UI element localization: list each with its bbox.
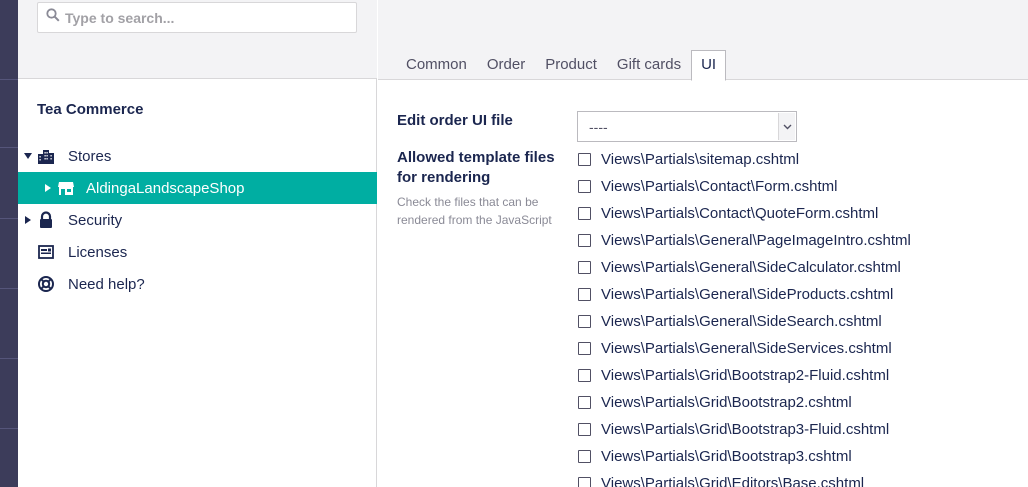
checkbox[interactable] (578, 152, 591, 166)
file-checkbox-row[interactable]: Views\Partials\General\SideCalculator.cs… (578, 256, 901, 278)
file-checkbox-row[interactable]: Views\Partials\Grid\Bootstrap2.cshtml (578, 391, 852, 413)
tab-ui[interactable]: UI (691, 50, 727, 81)
file-checkbox-row[interactable]: Views\Partials\Contact\Form.cshtml (578, 175, 837, 197)
tree-item-help[interactable]: Need help? (18, 268, 377, 300)
file-checkbox-row[interactable]: Views\Partials\Grid\Bootstrap3.cshtml (578, 445, 852, 467)
checkbox[interactable] (578, 314, 591, 328)
file-checkbox-row[interactable]: Views\Partials\General\PageImageIntro.cs… (578, 229, 911, 251)
search-area (18, 0, 377, 79)
edit-order-ui-select[interactable]: ---- (577, 111, 797, 142)
file-checkbox-row[interactable]: Views\Partials\Grid\Bootstrap3-Fluid.csh… (578, 418, 889, 440)
checkbox[interactable] (578, 287, 591, 301)
tab-product[interactable]: Product (535, 50, 607, 81)
caret-right-icon[interactable] (43, 183, 53, 193)
file-checkbox-row[interactable]: Views\Partials\Grid\Editors\Base.cshtml (578, 472, 864, 487)
allowed-templates-label: Allowed template files (397, 149, 555, 166)
tree-item-label: Need help? (68, 275, 145, 293)
file-checkbox-row[interactable]: Views\Partials\General\SideSearch.cshtml (578, 310, 882, 332)
file-label: Views\Partials\Grid\Bootstrap3-Fluid.csh… (601, 420, 890, 438)
file-checkbox-row[interactable]: Views\Partials\Contact\QuoteForm.cshtml (578, 202, 878, 224)
stores-icon (37, 147, 55, 165)
tab-gift-cards[interactable]: Gift cards (607, 50, 691, 81)
file-label: Views\Partials\sitemap.cshtml (601, 150, 800, 168)
license-icon (37, 243, 55, 261)
checkbox[interactable] (578, 449, 591, 463)
checkbox[interactable] (578, 179, 591, 193)
file-checkbox-row[interactable]: Views\Partials\General\SideProducts.csht… (578, 283, 893, 305)
checkbox[interactable] (578, 233, 591, 247)
search-icon (46, 8, 60, 27)
file-label: Views\Partials\Grid\Editors\Base.cshtml (601, 474, 865, 487)
checkbox[interactable] (578, 422, 591, 436)
lock-icon (37, 211, 55, 229)
file-checkbox-row[interactable]: Views\Partials\Grid\Bootstrap2-Fluid.csh… (578, 364, 889, 386)
file-label: Views\Partials\General\SideProducts.csht… (601, 285, 894, 303)
file-checkbox-row[interactable]: Views\Partials\sitemap.cshtml (578, 148, 799, 170)
file-label: Views\Partials\General\PageImageIntro.cs… (601, 231, 911, 249)
rail-divider (0, 79, 18, 80)
file-label: Views\Partials\Contact\QuoteForm.cshtml (601, 204, 879, 222)
file-label: Views\Partials\Grid\Bootstrap3.cshtml (601, 447, 852, 465)
rail-divider (0, 218, 18, 219)
tree-item-security[interactable]: Security (18, 204, 377, 236)
search-box[interactable] (37, 2, 357, 33)
select-value: ---- (589, 118, 608, 135)
rail-divider (0, 358, 18, 359)
checkbox[interactable] (578, 260, 591, 274)
tree-item-label: Security (68, 211, 123, 229)
tab-order[interactable]: Order (477, 50, 535, 81)
lifebuoy-icon (37, 275, 55, 293)
allowed-templates-description: Check the files that can be rendered fro… (397, 195, 552, 227)
tree-item-label: Stores (68, 147, 112, 165)
tab-common[interactable]: Common (396, 50, 477, 81)
tree-panel: Tea Commerce Stores (18, 0, 377, 487)
allowed-templates-label-2: for rendering (397, 169, 491, 186)
rail-divider (0, 288, 18, 289)
tree-item-stores[interactable]: Stores (18, 140, 377, 172)
checkbox[interactable] (578, 206, 591, 220)
file-label: Views\Partials\General\SideServices.csht… (601, 339, 892, 357)
checkbox[interactable] (578, 341, 591, 355)
chevron-down-icon[interactable] (778, 113, 795, 140)
checkbox[interactable] (578, 395, 591, 409)
rail-divider (0, 428, 18, 429)
tree-title: Tea Commerce (37, 101, 144, 118)
file-label: Views\Partials\General\SideSearch.cshtml (601, 312, 882, 330)
app-sidebar-rail (0, 0, 18, 487)
file-label: Views\Partials\Contact\Form.cshtml (601, 177, 838, 195)
tab-bar: Common Order Product Gift cards UI (396, 50, 727, 81)
search-input[interactable] (65, 9, 345, 26)
file-checkbox-row[interactable]: Views\Partials\General\SideServices.csht… (578, 337, 892, 359)
tree-item-licenses[interactable]: Licenses (18, 236, 377, 268)
checkbox[interactable] (578, 476, 591, 487)
file-label: Views\Partials\Grid\Bootstrap2-Fluid.csh… (601, 366, 890, 384)
caret-right-icon[interactable] (23, 215, 33, 225)
tree-item-shop[interactable]: AldingaLandscapeShop (18, 172, 377, 204)
file-label: Views\Partials\Grid\Bootstrap2.cshtml (601, 393, 852, 411)
edit-order-ui-label: Edit order UI file (397, 112, 513, 129)
tree-item-label: Licenses (68, 243, 128, 261)
shop-icon (57, 179, 75, 197)
caret-down-icon[interactable] (23, 151, 33, 161)
checkbox[interactable] (578, 368, 591, 382)
file-label: Views\Partials\General\SideCalculator.cs… (601, 258, 901, 276)
tree-item-label: AldingaLandscapeShop (86, 179, 245, 197)
rail-divider (0, 147, 18, 148)
